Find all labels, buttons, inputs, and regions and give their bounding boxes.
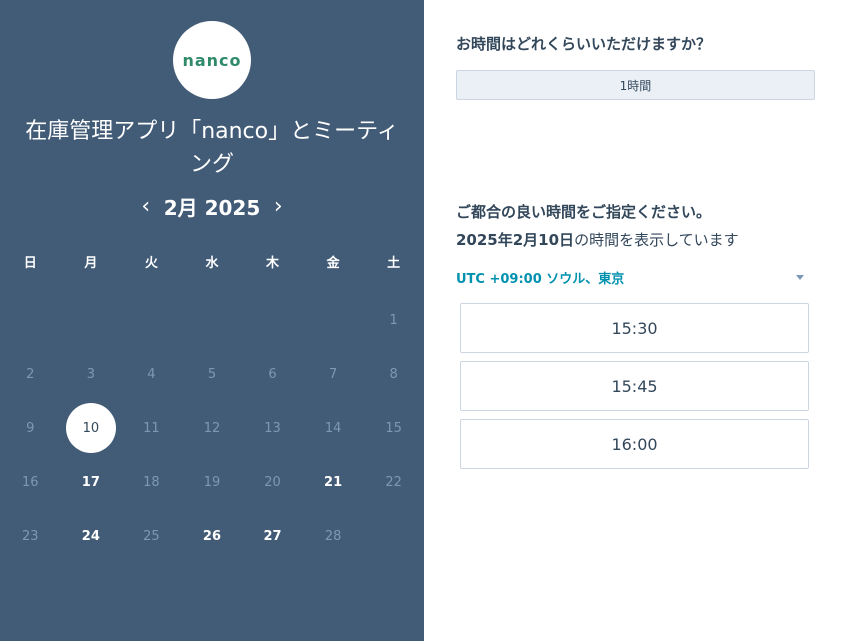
calendar-panel: nanco 在庫管理アプリ「nanco」とミーティ ング ‹ 2月 2025 ›…: [0, 0, 424, 641]
calendar-day: 2: [26, 366, 35, 382]
time-slot-button[interactable]: 15:45: [460, 361, 809, 411]
meeting-title: 在庫管理アプリ「nanco」とミーティ ング: [0, 115, 424, 181]
next-month-icon[interactable]: ›: [264, 193, 292, 221]
calendar-day: 20: [264, 474, 281, 490]
weekday-header: 日 月 火 水 木 金 土: [0, 254, 424, 274]
calendar-day[interactable]: 21: [303, 455, 364, 509]
calendar-week: 9 10 11 12 13 14 15: [0, 401, 424, 455]
calendar-day: 1: [389, 312, 398, 328]
meeting-title-line1: 在庫管理アプリ「nanco」とミーティ: [25, 119, 399, 144]
prev-month-icon[interactable]: ‹: [132, 193, 160, 221]
calendar-day: 12: [203, 420, 221, 436]
calendar-day: 15: [385, 420, 402, 436]
calendar-empty-cell: [303, 293, 364, 347]
duration-button[interactable]: 1時間: [456, 70, 815, 100]
calendar-week: 1: [0, 293, 424, 347]
calendar-week: 16 17 18 19 20 21 22: [0, 455, 424, 509]
calendar-day: 23: [22, 528, 39, 544]
calendar-day[interactable]: 27: [242, 509, 303, 563]
calendar-day: 13: [264, 420, 281, 436]
calendar-day: 22: [385, 474, 402, 490]
calendar-day: 5: [207, 366, 217, 382]
calendar-empty-cell: [61, 293, 122, 347]
calendar-day: 6: [268, 366, 277, 382]
calendar-day: 7: [328, 366, 338, 382]
company-logo: nanco: [173, 21, 251, 99]
time-selection-panel: お時間はどれくらいいただけますか？ 1時間 ご都合の良い時間をご指定ください。 …: [424, 0, 849, 641]
month-label: 2月 2025: [163, 196, 261, 220]
calendar-day[interactable]: 26: [182, 509, 243, 563]
calendar-day: 9: [26, 420, 35, 436]
selected-date-suffix: の時間を表示しています: [574, 231, 739, 249]
calendar-empty-cell: [0, 293, 61, 347]
calendar-week: 2 3 4 5 6 7 8: [0, 347, 424, 401]
weekday-label: 木: [266, 256, 280, 271]
caret-down-icon: [796, 275, 804, 280]
weekday-label: 火: [144, 256, 158, 271]
calendar-day: 18: [143, 474, 160, 490]
calendar-day[interactable]: 17: [61, 455, 122, 509]
month-navigation: ‹ 2月 2025 ›: [0, 192, 424, 221]
selected-date: 2025年2月10日: [456, 231, 575, 249]
calendar-empty-cell: [182, 293, 243, 347]
selected-date-line: 2025年2月10日の時間を表示しています: [456, 229, 739, 250]
timezone-label: UTC +09:00 ソウル、東京: [456, 272, 625, 287]
duration-question: お時間はどれくらいいただけますか？: [456, 35, 712, 53]
weekday-label: 日: [23, 256, 37, 271]
calendar-day: 11: [143, 420, 160, 436]
calendar-day: 28: [324, 528, 342, 544]
calendar-day: 3: [86, 366, 95, 382]
calendar-day: 4: [147, 366, 156, 382]
calendar-day-label: 10: [65, 403, 116, 453]
weekday-label: 土: [387, 256, 401, 271]
meeting-title-line2: ング: [189, 152, 234, 177]
time-slot-button[interactable]: 15:30: [460, 303, 809, 353]
calendar-day: 25: [143, 528, 160, 544]
calendar-week: 23 24 25 26 27 28: [0, 509, 424, 563]
weekday-label: 金: [326, 256, 340, 271]
calendar-day: 16: [22, 474, 39, 490]
logo-text: nanco: [182, 50, 242, 70]
calendar-day: 8: [389, 366, 398, 382]
timezone-select[interactable]: UTC +09:00 ソウル、東京: [456, 268, 806, 287]
calendar-day: 14: [324, 420, 342, 436]
time-slot-button[interactable]: 16:00: [460, 419, 809, 469]
calendar-empty-cell: [242, 293, 303, 347]
calendar-empty-cell: [363, 509, 424, 563]
weekday-label: 水: [205, 256, 219, 271]
calendar-day-selected[interactable]: 10: [61, 401, 122, 455]
time-question: ご都合の良い時間をご指定ください。: [456, 203, 712, 221]
calendar-day[interactable]: 24: [61, 509, 122, 563]
weekday-label: 月: [84, 256, 98, 271]
calendar-empty-cell: [121, 293, 182, 347]
calendar-day: 19: [203, 474, 221, 490]
